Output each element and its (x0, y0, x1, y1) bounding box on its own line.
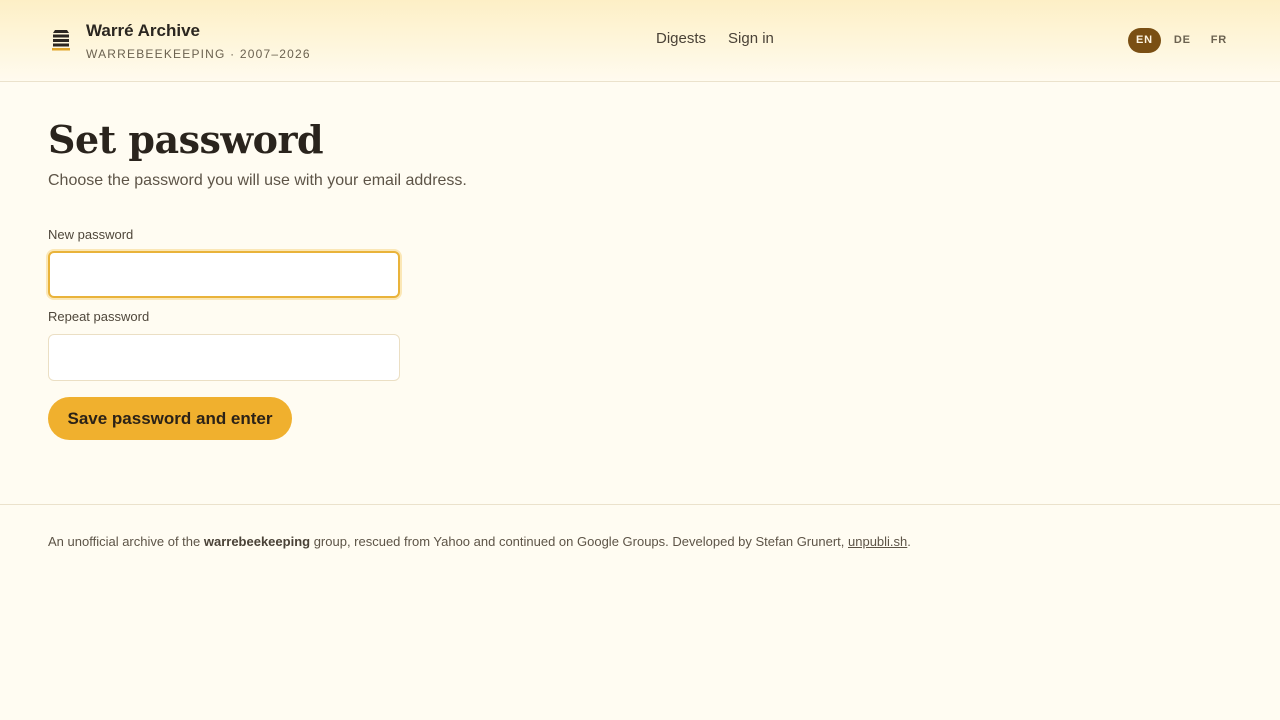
new-password-label: New password (48, 227, 134, 242)
new-password-input[interactable] (48, 251, 400, 298)
lang-de-button[interactable]: DE (1165, 28, 1200, 53)
beehive-icon (48, 20, 74, 60)
site-title[interactable]: Warré Archive (86, 20, 311, 42)
page-subtitle: Choose the password you will use with yo… (48, 172, 467, 189)
main-nav: Digests Sign in (656, 29, 774, 49)
lang-fr-button[interactable]: FR (1202, 28, 1236, 53)
site-footer: An unofficial archive of the warrebeekee… (0, 504, 1280, 549)
footer-text: An unofficial archive of the warrebeekee… (48, 533, 1228, 551)
page-title: Set password (48, 117, 324, 162)
footer-text-after: . (907, 534, 911, 549)
site-subtitle: WARREBEEKEEPING · 2007–2026 (86, 47, 311, 61)
site-header: Warré Archive WARREBEEKEEPING · 2007–202… (0, 0, 1280, 82)
footer-group-name: warrebeekeeping (203, 534, 311, 549)
footer-unpublish-link[interactable]: unpubli.sh (848, 534, 907, 549)
brand[interactable]: Warré Archive WARREBEEKEEPING · 2007–202… (48, 20, 311, 62)
language-switcher: EN DE FR (1128, 28, 1236, 53)
nav-sign-in-link[interactable]: Sign in (728, 29, 774, 49)
lang-en-button[interactable]: EN (1128, 28, 1161, 53)
repeat-password-input[interactable] (48, 334, 400, 381)
repeat-password-label: Repeat password (48, 309, 150, 324)
footer-text-middle: group, rescued from Yahoo and continued … (310, 534, 848, 549)
set-password-form: Set password Choose the password you wil… (48, 116, 748, 440)
footer-text-before: An unofficial archive of the (48, 534, 204, 549)
nav-digests-link[interactable]: Digests (656, 29, 706, 49)
save-password-button[interactable]: Save password and enter (48, 397, 292, 440)
